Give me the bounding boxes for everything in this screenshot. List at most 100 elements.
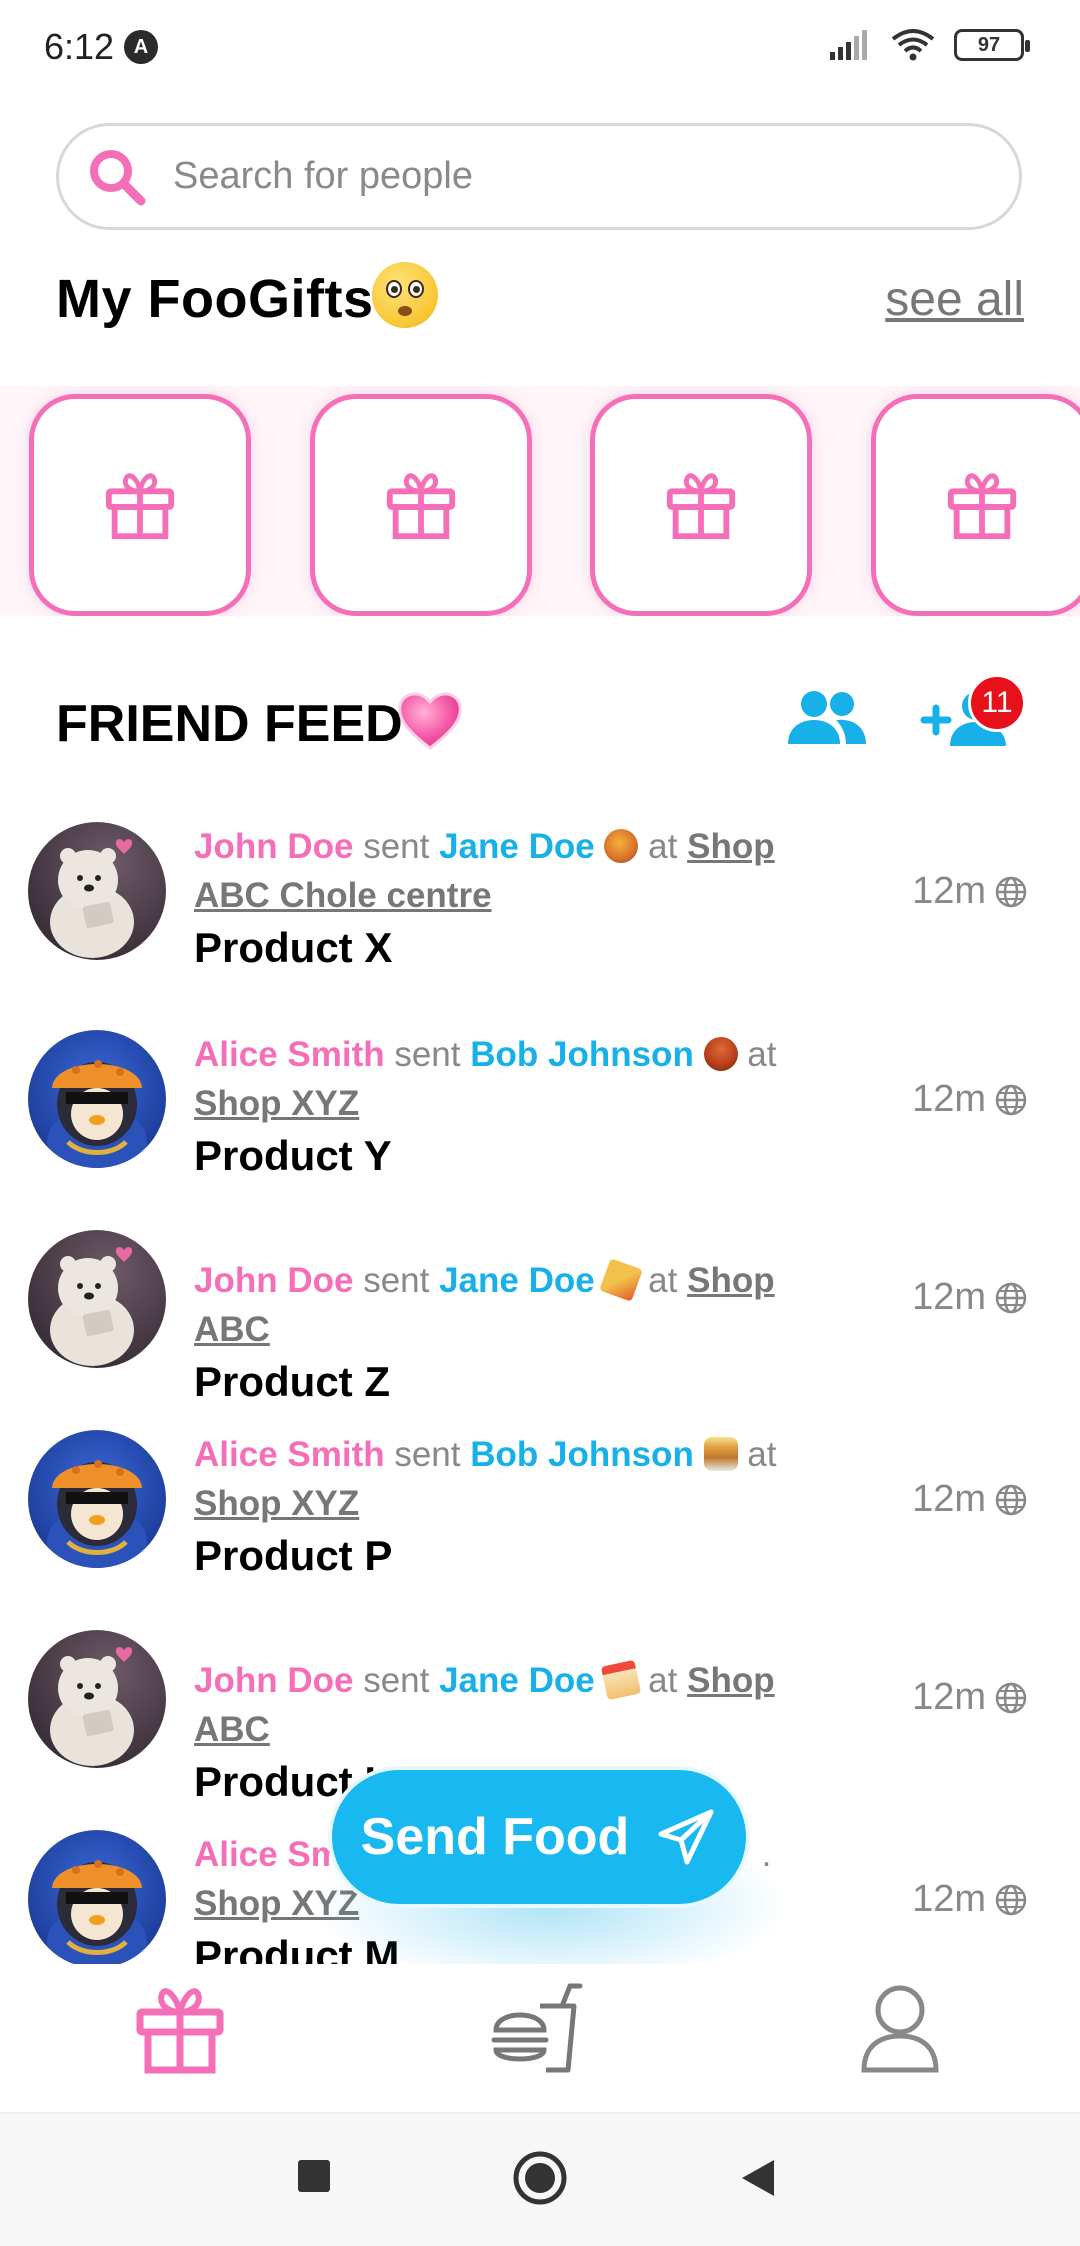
gift-icon: [947, 473, 1017, 540]
globe-icon: [995, 1084, 1027, 1115]
pizza-emoji-icon: [599, 1258, 644, 1302]
at-label: at: [648, 827, 678, 866]
globe-icon: [995, 1484, 1027, 1515]
receiver-name[interactable]: Jane Doe: [439, 1261, 595, 1300]
gifts-tab-icon[interactable]: [132, 1980, 228, 2076]
shop-link[interactable]: Shop XYZ: [194, 1484, 359, 1523]
gift-icon: [386, 473, 456, 540]
gift-icon: [666, 473, 736, 540]
gift-card[interactable]: [310, 394, 532, 616]
send-food-label: Send Food: [360, 1808, 630, 1866]
feed-item-time: 12m: [912, 1676, 1028, 1719]
globe-icon: [995, 1682, 1027, 1713]
sent-label: sent: [363, 1661, 430, 1700]
sent-label: sent: [394, 1035, 461, 1074]
sender-name[interactable]: Alice Sm: [194, 1835, 342, 1874]
penguin-avatar[interactable]: [28, 1830, 166, 1968]
sender-name[interactable]: Alice Smith: [194, 1035, 385, 1074]
penguin-avatar[interactable]: [28, 1030, 166, 1168]
feed-item[interactable]: John Doe sent Jane Doe at Shop ABC Chole…: [28, 822, 1028, 982]
gifts-header: My FooGifts see all: [56, 262, 1024, 332]
paper-plane-icon: [658, 1809, 714, 1865]
bear-avatar[interactable]: [28, 1230, 166, 1368]
feed-item-time: 12m: [912, 1478, 1028, 1521]
notification-icon: A: [124, 30, 158, 64]
feed-item-time: 12m: [912, 870, 1028, 913]
status-icons: 97: [828, 28, 1030, 62]
wifi-icon: [891, 29, 935, 61]
feed-item[interactable]: John Doe sent Jane Doe at Shop ABC Produ…: [28, 1230, 1028, 1405]
stew-emoji-icon: [703, 1037, 738, 1071]
gift-card[interactable]: [590, 394, 812, 616]
feed-title: FRIEND FEED: [56, 695, 403, 753]
time-label: 12m: [912, 1878, 986, 1920]
feed-item-time: 12m: [912, 1078, 1028, 1121]
search-icon: [90, 149, 146, 205]
time-label: 12m: [912, 870, 986, 912]
time-label: 12m: [912, 1676, 986, 1718]
gift-carousel[interactable]: [0, 386, 1080, 616]
pancakes-emoji-icon: [703, 1437, 738, 1471]
search-input[interactable]: [173, 155, 973, 198]
feed-item[interactable]: Alice Smith sent Bob Johnson at Shop XYZ…: [28, 1030, 1028, 1190]
feed-item-text: John Doe sent Jane Doe at Shop ABC Chole…: [194, 822, 854, 974]
gift-card[interactable]: [29, 394, 251, 616]
friend-requests-badge: 11: [968, 674, 1026, 732]
flushed-face-emoji-icon: [372, 262, 438, 328]
bear-avatar[interactable]: [28, 1630, 166, 1768]
at-label: at: [747, 1035, 777, 1074]
sender-name[interactable]: John Doe: [194, 1261, 353, 1300]
bear-avatar[interactable]: [28, 822, 166, 960]
receiver-name[interactable]: Jane Doe: [439, 1661, 595, 1700]
feed-item[interactable]: John Doe sent Jane Doe at Shop ABC Produ…: [28, 1630, 1028, 1805]
feed-item-text: Alice Smith sent Bob Johnson at Shop XYZ…: [194, 1030, 854, 1182]
globe-icon: [995, 876, 1027, 907]
system-nav-bar: [0, 2114, 1080, 2246]
gift-card[interactable]: [871, 394, 1080, 616]
at-label: at: [648, 1261, 678, 1300]
receiver-name[interactable]: Bob Johnson: [470, 1435, 694, 1474]
receiver-name[interactable]: Bob Johnson: [470, 1035, 694, 1074]
globe-icon: [995, 1884, 1027, 1915]
food-tab-icon[interactable]: [490, 1980, 586, 2076]
see-all-link[interactable]: see all: [885, 272, 1024, 327]
at-label: at: [747, 1435, 777, 1474]
at-label: at: [648, 1661, 678, 1700]
gifts-title: My FooGifts: [56, 269, 374, 329]
search-bar[interactable]: [56, 123, 1022, 230]
globe-icon: [995, 1282, 1027, 1313]
product-name: Product Y: [194, 1132, 392, 1179]
shop-link[interactable]: Shop XYZ: [194, 1084, 359, 1123]
friends-icon[interactable]: [784, 688, 870, 748]
feed-item-time: 12m: [912, 1276, 1028, 1319]
profile-tab-icon[interactable]: [852, 1980, 948, 2076]
battery-icon: 97: [954, 29, 1030, 61]
feed-item-text: John Doe sent Jane Doe at Shop ABC Produ…: [194, 1256, 854, 1408]
time-label: 12m: [912, 1276, 986, 1318]
feed-header: FRIEND FEED 11: [56, 674, 1026, 762]
feed-item-time: 12m: [912, 1878, 1028, 1921]
recents-button-icon[interactable]: [296, 2158, 332, 2194]
sender-name[interactable]: Alice Smith: [194, 1435, 385, 1474]
status-bar: 6:12 A 97: [0, 0, 1080, 96]
back-button-icon[interactable]: [740, 2158, 776, 2198]
status-time: 6:12: [44, 26, 115, 67]
sent-label: sent: [363, 827, 430, 866]
gift-icon: [105, 473, 175, 540]
paella-emoji-icon: [604, 829, 639, 863]
signal-icon: [830, 30, 867, 60]
home-button-icon[interactable]: [512, 2150, 568, 2206]
penguin-avatar[interactable]: [28, 1430, 166, 1568]
sent-label: sent: [394, 1435, 461, 1474]
send-food-button[interactable]: Send Food: [328, 1766, 750, 1908]
sent-label: sent: [363, 1261, 430, 1300]
feed-item[interactable]: Alice Smith sent Bob Johnson at Shop XYZ…: [28, 1430, 1028, 1590]
time-label: 12m: [912, 1478, 986, 1520]
feed-item-text: Alice Smith sent Bob Johnson at Shop XYZ…: [194, 1430, 854, 1582]
receiver-name[interactable]: Jane Doe: [439, 827, 595, 866]
heart-emoji-icon: [398, 692, 462, 750]
sender-name[interactable]: John Doe: [194, 1661, 353, 1700]
time-label: 12m: [912, 1078, 986, 1120]
sender-name[interactable]: John Doe: [194, 827, 353, 866]
product-name: Product Z: [194, 1358, 390, 1405]
